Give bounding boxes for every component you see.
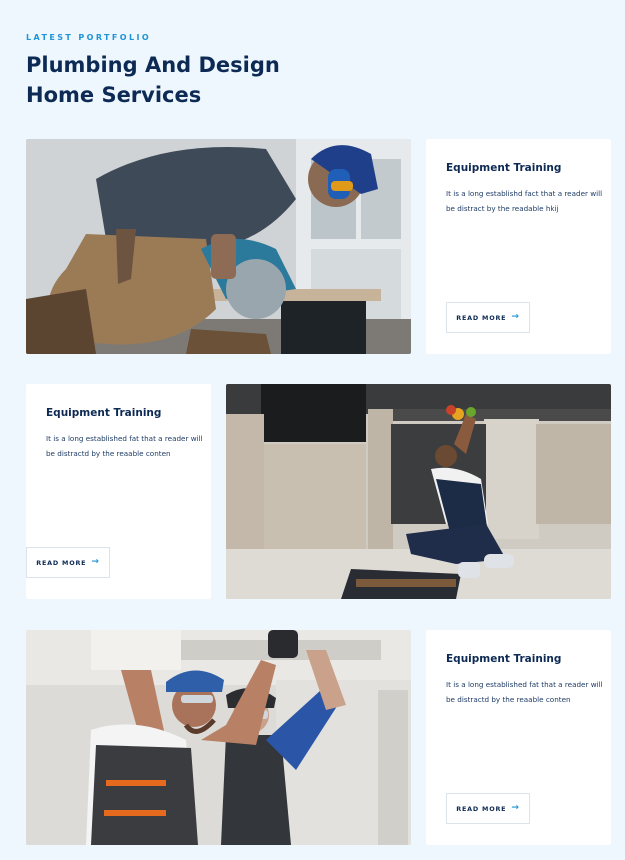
portfolio-photo-saw-worker[interactable] [26, 139, 411, 354]
portfolio-card: Equipment Training It is a long establis… [426, 139, 611, 354]
read-more-button[interactable]: READ MORE → [446, 302, 530, 333]
read-more-label: READ MORE [456, 313, 507, 322]
card-title: Equipment Training [46, 407, 162, 419]
portfolio-card: Equipment Training It is a long establis… [26, 384, 211, 599]
arrow-right-icon: → [511, 803, 520, 813]
section-eyebrow: LATEST PORTFOLIO [26, 33, 152, 42]
read-more-label: READ MORE [456, 804, 507, 813]
portfolio-photo-plumber-sink[interactable] [226, 384, 611, 599]
card-description: It is a long established fat that a read… [446, 680, 603, 704]
arrow-right-icon: → [511, 312, 520, 322]
portfolio-item-1: Equipment Training It is a long establis… [26, 139, 611, 354]
section-title: Plumbing And Design Home Services [26, 50, 326, 110]
portfolio-card: Equipment Training It is a long establis… [426, 630, 611, 845]
section-title-line-1: Plumbing And Design [26, 53, 280, 77]
card-description: It is a long established fat that a read… [46, 434, 203, 458]
read-more-button[interactable]: READ MORE → [26, 547, 110, 578]
card-title: Equipment Training [446, 162, 562, 174]
portfolio-item-3: Equipment Training It is a long establis… [26, 630, 611, 845]
card-title: Equipment Training [446, 653, 562, 665]
portfolio-photo-ceiling-workers[interactable] [26, 630, 411, 845]
card-description: It is a long establishd fact that a read… [446, 189, 603, 213]
read-more-button[interactable]: READ MORE → [446, 793, 530, 824]
portfolio-item-2: Equipment Training It is a long establis… [26, 384, 611, 599]
section-title-line-2: Home Services [26, 83, 202, 107]
read-more-label: READ MORE [36, 558, 87, 567]
arrow-right-icon: → [91, 557, 100, 567]
